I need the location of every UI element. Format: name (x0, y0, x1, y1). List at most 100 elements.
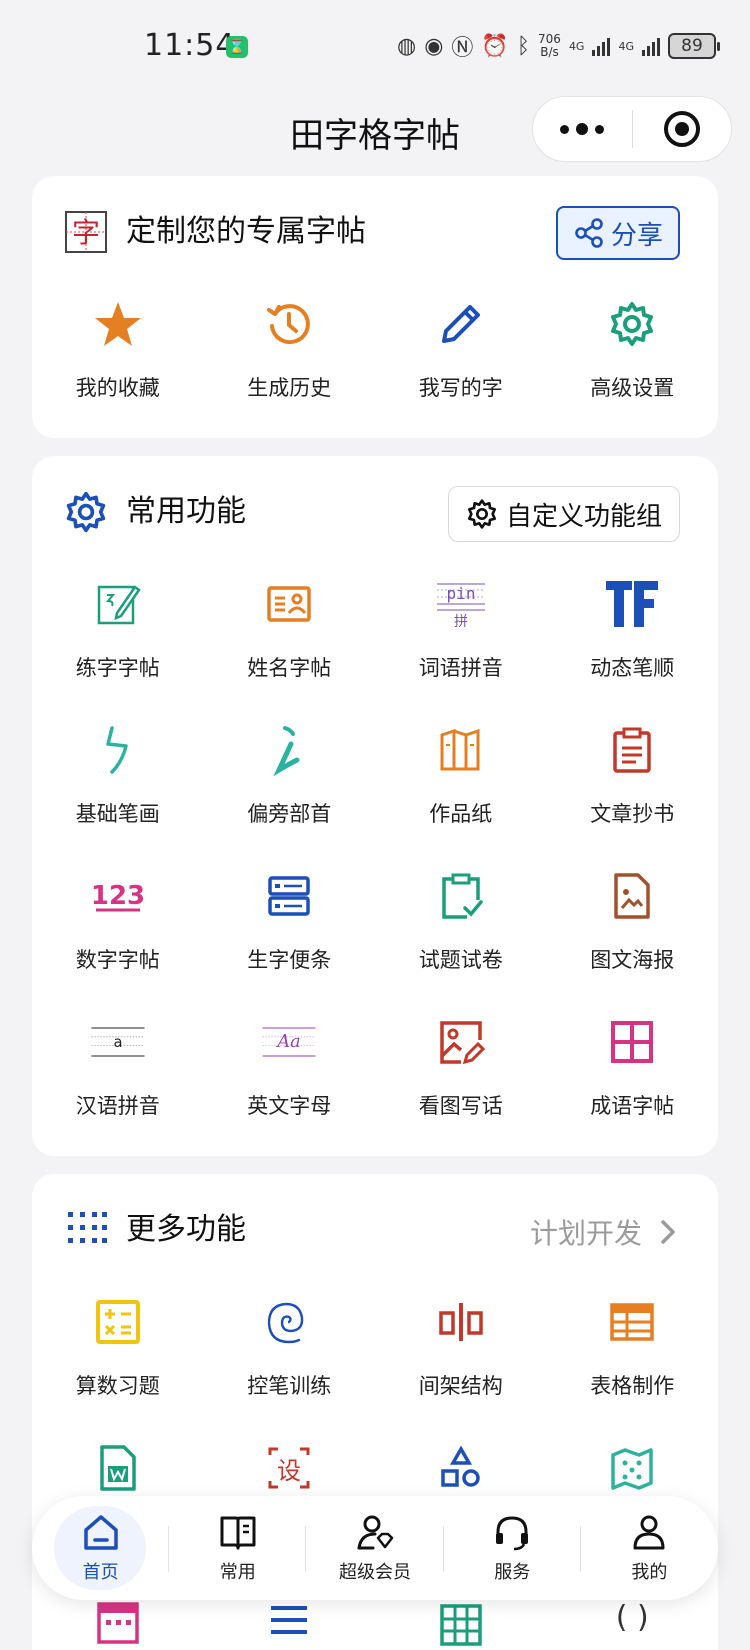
gear-icon (604, 296, 660, 352)
tile-label: 高级设置 (590, 376, 675, 400)
share-icon (575, 218, 603, 248)
tile-basic-strokes[interactable]: 基础笔画 (32, 712, 204, 858)
tile-new-word-notes[interactable]: 生字便条 (204, 858, 376, 1004)
tile-label: 图文海报 (590, 948, 675, 972)
pencil-icon (433, 296, 489, 352)
menu-lines-icon (204, 1600, 376, 1650)
bluetooth-icon: ᛒ (516, 33, 531, 59)
svg-text:拼: 拼 (454, 614, 468, 630)
alarm-icon: ⏰ (481, 33, 509, 59)
tile-label: 试题试卷 (418, 948, 503, 972)
tab-mine[interactable]: 我的 (581, 1496, 718, 1600)
tile-table-maker[interactable]: 表格制作 (547, 1284, 719, 1430)
network-type-2: 4G (618, 39, 634, 53)
copybook-logo-icon: 字 (65, 211, 107, 253)
clipboard-text-icon (604, 722, 660, 778)
tile-article-copy[interactable]: 文章抄书 (547, 712, 719, 858)
tile-english-letters[interactable]: Aa 英文字母 (204, 1004, 376, 1150)
tile-picture-writing[interactable]: 看图写话 (375, 1004, 547, 1150)
tile-label: 间架结构 (418, 1374, 503, 1398)
table-icon (604, 1294, 660, 1350)
tile-label: 算数习题 (75, 1374, 160, 1398)
battery-icon: 89 (668, 33, 720, 59)
history-icon (261, 296, 317, 352)
tile-favorites[interactable]: 我的收藏 (32, 286, 204, 432)
tile-label: 控笔训练 (247, 1374, 332, 1398)
radical-icon (261, 722, 317, 778)
tile-label: 练字字帖 (75, 656, 160, 680)
custom-group-button[interactable]: 自定义功能组 (448, 486, 680, 542)
tab-home[interactable]: 首页 (32, 1496, 170, 1600)
tab-super-vip[interactable]: 超级会员 (306, 1496, 444, 1600)
tile-work-paper[interactable]: 作品纸 (375, 712, 547, 858)
tile-pen-control[interactable]: 控笔训练 (204, 1284, 376, 1430)
status-icons: ◍ ◉ Ⓝ ⏰ ᛒ 706 B/s 4G 4G 89 (397, 30, 720, 62)
mini-program-capsule (532, 96, 732, 162)
tile-word-pinyin[interactable]: pin 拼 词语拼音 (375, 566, 547, 712)
custom-card-title: 定制您的专属字帖 (126, 214, 366, 249)
svg-text:设: 设 (277, 1457, 301, 1485)
calendar-icon (32, 1600, 204, 1650)
tile-number-copybook[interactable]: 123 数字字帖 (32, 858, 204, 1004)
picture-write-icon (433, 1014, 489, 1070)
tile-name-copybook[interactable]: 姓名字帖 (204, 566, 376, 712)
tab-common[interactable]: 常用 (169, 1496, 307, 1600)
common-card: 常用功能 自定义功能组 练字字帖 姓名字帖 pin 拼 词语拼音 动态笔顺 基础… (32, 456, 718, 1156)
pinyin-word-icon: pin 拼 (433, 576, 489, 632)
note-strip-icon (261, 868, 317, 924)
custom-card-header: 字 定制您的专属字帖 分享 (32, 176, 718, 286)
tile-chinese-pinyin[interactable]: a 汉语拼音 (32, 1004, 204, 1150)
user-icon (633, 1515, 665, 1550)
more-button[interactable] (533, 96, 632, 162)
tab-label: 首页 (82, 1562, 119, 1583)
tile-label: 生字便条 (247, 948, 332, 972)
tile-label: 基础笔画 (75, 802, 160, 826)
tab-service[interactable]: 服务 (444, 1496, 581, 1600)
custom-group-label: 自定义功能组 (505, 501, 662, 532)
peek-row: ( ) (32, 1600, 718, 1650)
tile-radicals[interactable]: 偏旁部首 (204, 712, 376, 858)
eye-icon: ◉ (424, 33, 444, 59)
network-speed: 706 B/s (538, 32, 561, 59)
grid-table-icon (375, 1600, 547, 1650)
pinyin-lines-icon: a (90, 1014, 146, 1070)
share-label: 分享 (610, 220, 663, 251)
planned-dev-link[interactable]: 计划开发 (530, 1212, 676, 1252)
custom-card-grid: 我的收藏 生成历史 我写的字 高级设置 (32, 286, 718, 432)
tile-label: 数字字帖 (75, 948, 160, 972)
tile-advanced-settings[interactable]: 高级设置 (547, 286, 719, 432)
nfc-icon: Ⓝ (451, 36, 474, 61)
tile-dynamic-stroke-order[interactable]: 动态笔顺 (547, 566, 719, 712)
tile-structure[interactable]: 间架结构 (375, 1284, 547, 1430)
tab-label: 服务 (494, 1562, 531, 1583)
tile-exam-paper[interactable]: 试题试卷 (375, 858, 547, 1004)
tile-label: 表格制作 (590, 1374, 675, 1398)
tile-label: 词语拼音 (418, 656, 503, 680)
vip-user-icon (357, 1515, 394, 1550)
tile-label: 成语字帖 (590, 1094, 675, 1118)
svg-text:Aa: Aa (276, 1032, 301, 1052)
tile-label: 偏旁部首 (247, 802, 332, 826)
tile-poster[interactable]: 图文海报 (547, 858, 719, 1004)
network-type-1: 4G (568, 39, 585, 53)
practice-icon (90, 576, 146, 632)
share-button[interactable]: 分享 (556, 206, 680, 260)
hourglass-icon: ⌛ (226, 36, 248, 58)
tile-idiom-copybook[interactable]: 成语字帖 (547, 1004, 719, 1150)
stroke-order-icon (604, 576, 660, 632)
close-target-button[interactable] (632, 96, 731, 162)
tile-history[interactable]: 生成历史 (204, 286, 376, 432)
tile-label: 作品纸 (429, 802, 493, 826)
common-card-header: 常用功能 自定义功能组 (32, 456, 718, 566)
map-dice-icon (604, 1440, 660, 1496)
parentheses-icon: ( ) (615, 1600, 649, 1635)
target-icon (663, 111, 700, 147)
poster-icon (604, 868, 660, 924)
tile-label: 我写的字 (418, 376, 503, 400)
tile-label: 英文字母 (247, 1094, 332, 1118)
tile-my-writing[interactable]: 我写的字 (375, 286, 547, 432)
tile-arithmetic[interactable]: 算数习题 (32, 1284, 204, 1430)
nfc-badge-icon: ◍ (397, 33, 417, 59)
common-card-grid: 练字字帖 姓名字帖 pin 拼 词语拼音 动态笔顺 基础笔画 偏旁部首 作品纸 … (32, 566, 718, 1150)
tile-practice-copybook[interactable]: 练字字帖 (32, 566, 204, 712)
